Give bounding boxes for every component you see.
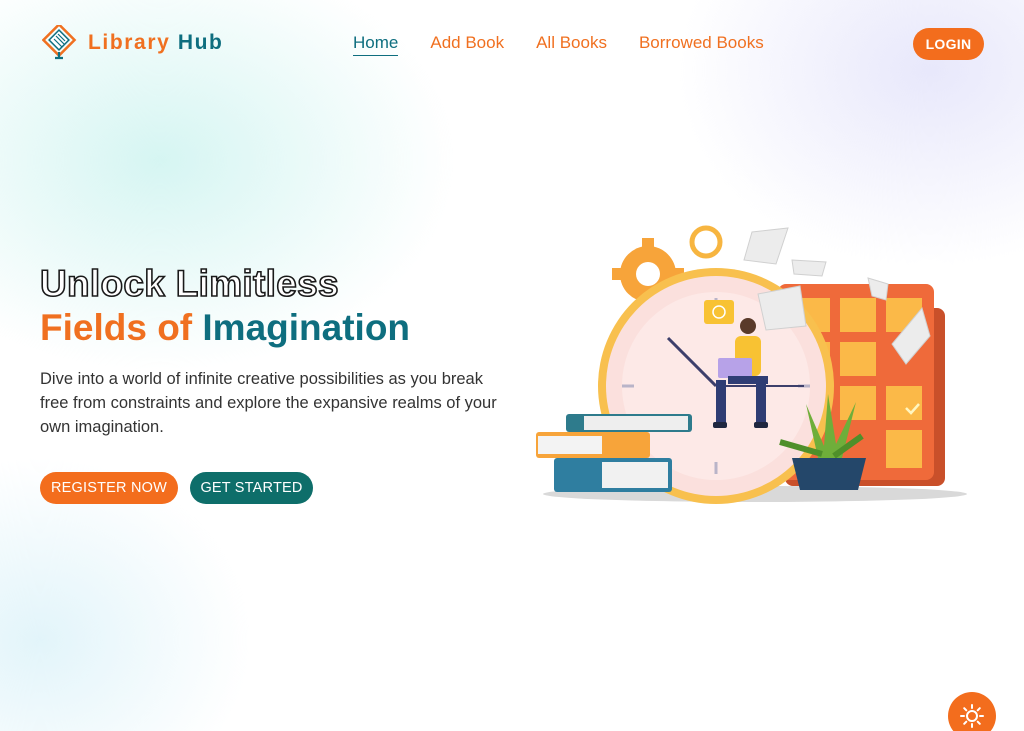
hero-title: Unlock Limitless Fields of Imagination [39, 262, 410, 350]
brand-name: Library Hub [88, 31, 223, 55]
theme-toggle-button[interactable] [948, 692, 996, 731]
brand-name-word2: Hub [177, 31, 224, 54]
nav-all-books[interactable]: All Books [536, 33, 607, 56]
main-nav: Home Add Book All Books Borrowed Books [353, 33, 764, 56]
brand[interactable]: Library Hub [42, 25, 223, 61]
nav-add-book[interactable]: Add Book [430, 33, 504, 56]
hero-title-line2: Fields of Imagination [40, 306, 410, 350]
login-button[interactable]: LOGIN [913, 28, 984, 60]
get-started-button[interactable]: GET STARTED [190, 472, 313, 504]
hero-description: Dive into a world of infinite creative p… [40, 370, 497, 436]
register-now-button[interactable]: REGISTER NOW [40, 472, 178, 504]
sun-icon [960, 704, 984, 728]
book-diamond-icon [42, 25, 77, 60]
hero-title-highlight: Fields of [40, 307, 193, 348]
brand-name-word1: Library [88, 31, 171, 54]
hero-illustration [536, 225, 967, 504]
site-header: Library Hub Home Add Book All Books Borr… [0, 0, 1024, 88]
hero-title-accent: Imagination [202, 307, 411, 348]
nav-borrowed-books[interactable]: Borrowed Books [639, 33, 764, 56]
hero-title-line1: Unlock Limitless [39, 262, 339, 305]
nav-home[interactable]: Home [353, 33, 399, 56]
